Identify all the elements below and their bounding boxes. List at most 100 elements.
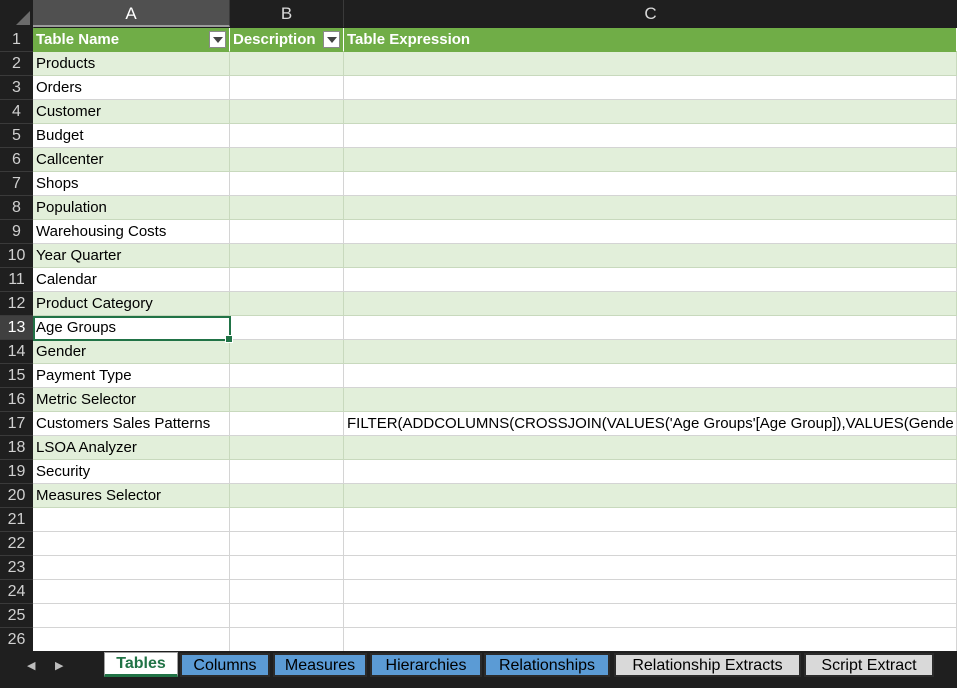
row-header[interactable]: 4 [0,100,33,124]
header-cell-table-expression[interactable]: Table Expression [344,28,957,52]
empty-cell[interactable] [344,580,957,604]
table-name-cell[interactable]: Customer [33,100,230,124]
row-header[interactable]: 12 [0,292,33,316]
description-cell[interactable] [230,172,344,196]
table-expression-cell[interactable] [344,460,957,484]
table-expression-cell[interactable] [344,76,957,100]
empty-cell[interactable] [33,628,230,652]
empty-cell[interactable] [33,508,230,532]
row-header[interactable]: 25 [0,604,33,628]
table-name-cell[interactable]: Population [33,196,230,220]
description-cell[interactable] [230,412,344,436]
description-cell[interactable] [230,484,344,508]
empty-cell[interactable] [230,508,344,532]
description-cell[interactable] [230,364,344,388]
table-name-cell[interactable]: Orders [33,76,230,100]
row-header[interactable]: 6 [0,148,33,172]
table-name-cell[interactable]: LSOA Analyzer [33,436,230,460]
description-cell[interactable] [230,316,344,340]
description-cell[interactable] [230,388,344,412]
empty-cell[interactable] [344,556,957,580]
row-header[interactable]: 11 [0,268,33,292]
table-expression-cell[interactable] [344,388,957,412]
empty-cell[interactable] [344,532,957,556]
sheet-tab-tables[interactable]: Tables [104,652,178,677]
table-expression-cell[interactable] [344,364,957,388]
table-name-cell[interactable]: Gender [33,340,230,364]
table-name-cell[interactable]: Security [33,460,230,484]
table-name-cell[interactable]: Warehousing Costs [33,220,230,244]
empty-cell[interactable] [33,580,230,604]
row-header[interactable]: 3 [0,76,33,100]
table-name-cell[interactable]: Metric Selector [33,388,230,412]
description-cell[interactable] [230,340,344,364]
description-cell[interactable] [230,436,344,460]
row-header[interactable]: 19 [0,460,33,484]
description-cell[interactable] [230,196,344,220]
row-header[interactable]: 23 [0,556,33,580]
row-header[interactable]: 9 [0,220,33,244]
table-expression-cell[interactable] [344,100,957,124]
table-name-cell[interactable]: Measures Selector [33,484,230,508]
description-cell[interactable] [230,148,344,172]
table-name-cell[interactable]: Budget [33,124,230,148]
empty-cell[interactable] [344,508,957,532]
description-cell[interactable] [230,244,344,268]
sheet-tab-hierarchies[interactable]: Hierarchies [370,653,482,677]
table-name-cell[interactable]: Age Groups [33,316,230,340]
table-expression-cell[interactable]: FILTER(ADDCOLUMNS(CROSSJOIN(VALUES('Age … [344,412,957,436]
empty-cell[interactable] [33,532,230,556]
column-header-a[interactable]: A [33,0,230,27]
table-expression-cell[interactable] [344,148,957,172]
row-header[interactable]: 22 [0,532,33,556]
table-expression-cell[interactable] [344,436,957,460]
description-cell[interactable] [230,268,344,292]
table-expression-cell[interactable] [344,124,957,148]
description-cell[interactable] [230,220,344,244]
row-header[interactable]: 7 [0,172,33,196]
row-header[interactable]: 20 [0,484,33,508]
table-expression-cell[interactable] [344,316,957,340]
row-header[interactable]: 18 [0,436,33,460]
row-header[interactable]: 16 [0,388,33,412]
description-cell[interactable] [230,292,344,316]
table-expression-cell[interactable] [344,244,957,268]
row-header[interactable]: 21 [0,508,33,532]
empty-cell[interactable] [230,580,344,604]
empty-cell[interactable] [344,604,957,628]
sheet-tab-columns[interactable]: Columns [180,653,270,677]
select-all-button[interactable] [0,0,34,28]
empty-cell[interactable] [344,628,957,652]
row-header[interactable]: 13 [0,316,33,340]
sheet-tab-script-extract[interactable]: Script Extract [804,653,934,677]
sheet-tab-measures[interactable]: Measures [273,653,367,677]
header-cell-table-name[interactable]: Table Name [33,28,230,52]
row-header[interactable]: 5 [0,124,33,148]
sheet-tab-relationship-extracts[interactable]: Relationship Extracts [614,653,801,677]
table-expression-cell[interactable] [344,268,957,292]
table-name-cell[interactable]: Shops [33,172,230,196]
column-header-b[interactable]: B [230,0,344,27]
description-cell[interactable] [230,124,344,148]
description-cell[interactable] [230,460,344,484]
row-header[interactable]: 26 [0,628,33,652]
empty-cell[interactable] [230,556,344,580]
column-header-c[interactable]: C [344,0,957,27]
description-cell[interactable] [230,100,344,124]
empty-cell[interactable] [230,604,344,628]
empty-cell[interactable] [33,604,230,628]
filter-dropdown-icon[interactable] [209,31,226,48]
empty-cell[interactable] [230,532,344,556]
header-cell-description[interactable]: Description [230,28,344,52]
row-header[interactable]: 14 [0,340,33,364]
row-header[interactable]: 8 [0,196,33,220]
row-header[interactable]: 15 [0,364,33,388]
empty-cell[interactable] [33,556,230,580]
empty-cell[interactable] [230,628,344,652]
row-header[interactable]: 24 [0,580,33,604]
scroll-tabs-left-icon[interactable]: ◀ [27,659,35,672]
table-name-cell[interactable]: Products [33,52,230,76]
table-expression-cell[interactable] [344,292,957,316]
table-name-cell[interactable]: Customers Sales Patterns [33,412,230,436]
description-cell[interactable] [230,52,344,76]
